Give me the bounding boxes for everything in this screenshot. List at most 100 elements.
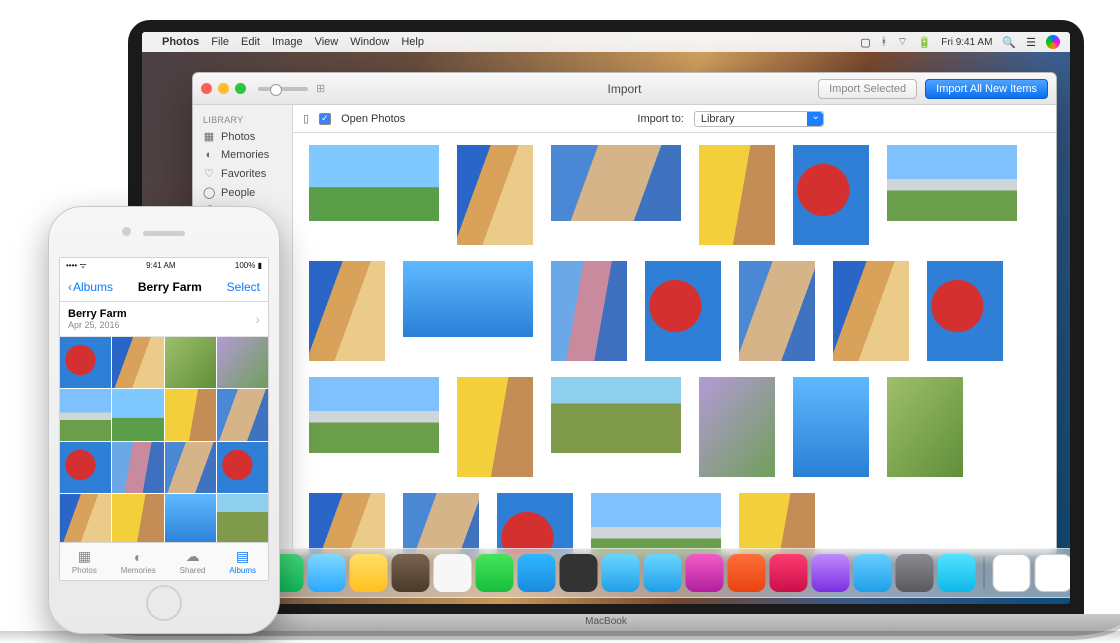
thumbnail[interactable] <box>739 493 815 555</box>
thumbnail[interactable] <box>497 493 573 555</box>
thumbnail[interactable] <box>309 145 439 221</box>
thumbnail[interactable] <box>165 337 216 388</box>
thumbnail[interactable] <box>403 261 533 337</box>
dock-mail-icon[interactable] <box>308 554 346 592</box>
tab-photos[interactable]: ▦Photos <box>72 548 97 575</box>
thumbnail[interactable] <box>551 261 627 361</box>
thumbnail[interactable] <box>112 337 163 388</box>
minimize-button[interactable] <box>218 83 229 94</box>
sidebar-item-favorites[interactable]: ♡Favorites <box>193 164 292 183</box>
dock-preferences-icon[interactable] <box>896 554 934 592</box>
select-button[interactable]: Select <box>227 280 260 294</box>
thumbnail[interactable] <box>309 377 439 453</box>
dock-reminders-icon[interactable] <box>434 554 472 592</box>
thumbnail[interactable] <box>309 493 385 555</box>
sidebar-section-header: Library <box>193 113 292 127</box>
iphone-home-button[interactable] <box>146 585 182 621</box>
status-battery: 100% ▮ <box>235 261 262 270</box>
dock-itunes-icon[interactable] <box>686 554 724 592</box>
thumbnail[interactable] <box>699 145 775 245</box>
wifi-icon[interactable]: ⌔ <box>897 35 907 49</box>
siri-icon[interactable] <box>1046 35 1060 49</box>
albums-icon: ▤ <box>236 548 249 565</box>
fullscreen-button[interactable] <box>235 83 246 94</box>
dock-contacts-icon[interactable] <box>392 554 430 592</box>
thumbnail[interactable] <box>403 493 479 555</box>
menubar-app-name[interactable]: Photos <box>162 36 199 48</box>
open-photos-checkbox[interactable] <box>319 113 331 125</box>
spotlight-icon[interactable]: 🔍 <box>1002 36 1016 49</box>
dock-messages-icon[interactable] <box>476 554 514 592</box>
thumbnail[interactable] <box>217 389 268 440</box>
thumbnail[interactable] <box>60 494 111 542</box>
thumbnail[interactable] <box>591 493 721 555</box>
bluetooth-icon[interactable]: ᚼ <box>881 36 888 48</box>
dock-pages-icon[interactable] <box>993 554 1031 592</box>
menu-file[interactable]: File <box>211 36 229 48</box>
thumbnail[interactable] <box>457 145 533 245</box>
sidebar-item-memories[interactable]: ◐Memories <box>193 146 292 164</box>
thumbnail[interactable] <box>217 494 268 542</box>
thumbnail[interactable] <box>112 389 163 440</box>
chevron-left-icon: ‹ <box>68 280 72 294</box>
thumbnail[interactable] <box>699 377 775 477</box>
import-to-select[interactable]: Library <box>694 111 824 127</box>
tab-shared[interactable]: ☁Shared <box>180 548 206 575</box>
macos-dock <box>142 548 1070 598</box>
dock-notes-icon[interactable] <box>350 554 388 592</box>
ios-screen: •••• ᯤ 9:41 AM 100% ▮ ‹Albums Berry Farm… <box>59 257 269 581</box>
tab-memories[interactable]: ◐Memories <box>121 549 156 575</box>
thumbnail[interactable] <box>887 145 1017 221</box>
thumbnail[interactable] <box>165 389 216 440</box>
tab-albums[interactable]: ▤Albums <box>229 548 256 575</box>
thumbnail[interactable] <box>60 442 111 493</box>
menu-window[interactable]: Window <box>350 36 389 48</box>
thumbnail[interactable] <box>112 442 163 493</box>
battery-icon[interactable]: 🔋 <box>918 36 932 49</box>
menubar-clock[interactable]: Fri 9:41 AM <box>941 37 992 48</box>
thumbnail[interactable] <box>60 389 111 440</box>
dock-photos-icon[interactable] <box>644 554 682 592</box>
thumbnail[interactable] <box>739 261 815 361</box>
sidebar-item-people[interactable]: ◯People <box>193 183 292 202</box>
thumbnail[interactable] <box>551 145 681 221</box>
back-button[interactable]: ‹Albums <box>68 280 113 294</box>
thumbnail-zoom-slider[interactable] <box>258 87 308 91</box>
aspect-toggle-icon[interactable]: ⊞ <box>316 82 325 95</box>
notification-center-icon[interactable]: ☰ <box>1026 36 1036 49</box>
thumbnail[interactable] <box>217 442 268 493</box>
dock-app-icon[interactable] <box>602 554 640 592</box>
menu-edit[interactable]: Edit <box>241 36 260 48</box>
thumbnail[interactable] <box>457 377 533 477</box>
dock-terminal-icon[interactable] <box>560 554 598 592</box>
thumbnail[interactable] <box>309 261 385 361</box>
sidebar-item-photos[interactable]: ▦Photos <box>193 127 292 146</box>
thumbnail[interactable] <box>793 377 869 477</box>
airplay-icon[interactable]: ▢ <box>860 36 870 49</box>
thumbnail[interactable] <box>645 261 721 361</box>
album-header-row[interactable]: Berry Farm Apr 25, 2016 › <box>60 302 268 337</box>
dock-facetime-icon[interactable] <box>518 554 556 592</box>
import-all-button[interactable]: Import All New Items <box>925 79 1048 99</box>
thumbnail[interactable] <box>927 261 1003 361</box>
thumbnail[interactable] <box>165 494 216 542</box>
menu-view[interactable]: View <box>315 36 339 48</box>
thumbnail[interactable] <box>793 145 869 245</box>
import-selected-button[interactable]: Import Selected <box>818 79 917 99</box>
thumbnail[interactable] <box>887 377 963 477</box>
thumbnail[interactable] <box>551 377 681 453</box>
thumbnail[interactable] <box>60 337 111 388</box>
dock-siri-icon[interactable] <box>938 554 976 592</box>
menu-image[interactable]: Image <box>272 36 303 48</box>
menu-help[interactable]: Help <box>401 36 424 48</box>
dock-downloads-icon[interactable] <box>1035 554 1071 592</box>
close-button[interactable] <box>201 83 212 94</box>
thumbnail[interactable] <box>217 337 268 388</box>
dock-music-icon[interactable] <box>770 554 808 592</box>
dock-ibooks-icon[interactable] <box>728 554 766 592</box>
dock-podcasts-icon[interactable] <box>812 554 850 592</box>
thumbnail[interactable] <box>833 261 909 361</box>
thumbnail[interactable] <box>112 494 163 542</box>
thumbnail[interactable] <box>165 442 216 493</box>
dock-appstore-icon[interactable] <box>854 554 892 592</box>
